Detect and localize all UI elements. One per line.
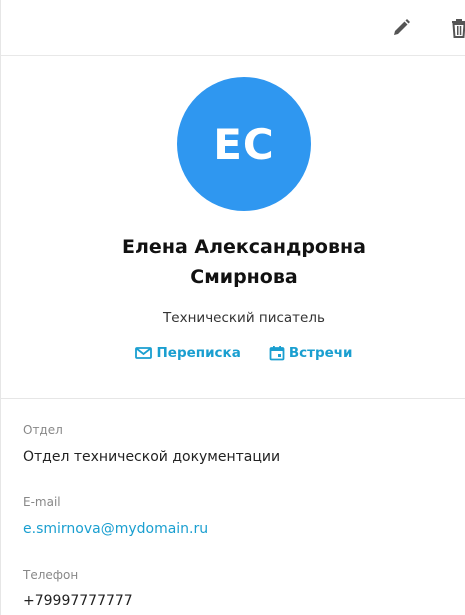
avatar: ЕС <box>177 77 311 211</box>
meetings-link[interactable]: Встречи <box>269 345 353 361</box>
contact-card: ЕС Елена Александровна Смирнова Техничес… <box>0 0 465 615</box>
department-label: Отдел <box>23 423 63 437</box>
pencil-icon <box>394 19 410 35</box>
edit-button[interactable] <box>389 16 413 40</box>
phone-label: Телефон <box>23 568 79 582</box>
trash-icon <box>452 19 465 38</box>
contact-name: Елена Александровна Смирнова <box>91 232 397 292</box>
delete-button[interactable] <box>447 16 465 40</box>
contact-actions: Переписка Встречи <box>1 345 465 361</box>
phone-value: +79997777777 <box>23 593 133 609</box>
contact-position: Технический писатель <box>163 310 325 326</box>
correspondence-link[interactable]: Переписка <box>135 345 241 361</box>
department-value: Отдел технической документации <box>23 449 281 465</box>
section-divider <box>1 398 465 399</box>
avatar-initials: ЕС <box>213 119 275 169</box>
card-toolbar <box>1 0 465 56</box>
correspondence-label: Переписка <box>156 345 241 361</box>
calendar-icon <box>269 346 285 361</box>
email-link[interactable]: e.smirnova@mydomain.ru <box>23 521 208 537</box>
mail-icon <box>135 347 153 359</box>
contact-name-line1: Елена Александровна <box>122 236 366 258</box>
meetings-label: Встречи <box>288 345 353 361</box>
contact-name-line2: Смирнова <box>190 266 298 288</box>
email-label: E-mail <box>23 495 61 509</box>
